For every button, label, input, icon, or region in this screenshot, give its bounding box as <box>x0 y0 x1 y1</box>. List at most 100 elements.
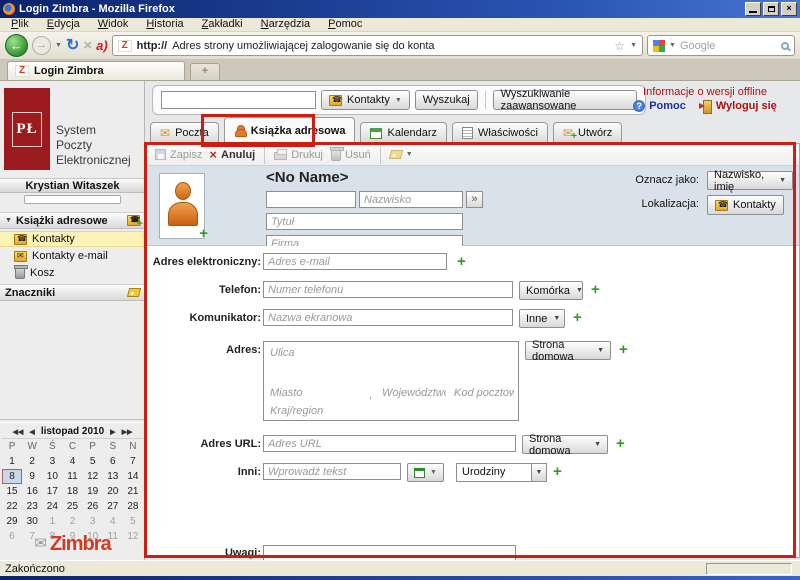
job-title-field[interactable] <box>266 213 463 230</box>
url-type-dropdown[interactable]: Strona domowa <box>522 433 608 457</box>
calendar-day[interactable]: 10 <box>42 469 62 484</box>
calendar-day[interactable]: 20 <box>103 484 123 499</box>
add-address-icon[interactable] <box>619 343 628 357</box>
offline-info-link[interactable]: Informacje o wersji offline <box>614 86 796 98</box>
browser-search-box[interactable]: ▼ Google <box>647 35 795 56</box>
close-button[interactable]: × <box>781 2 797 16</box>
calendar-day[interactable]: 14 <box>123 469 143 484</box>
avatar[interactable] <box>159 173 205 239</box>
calendar-day[interactable]: 3 <box>42 454 62 469</box>
phone-type-dropdown[interactable]: Komórka <box>519 281 583 300</box>
addon-icon[interactable]: a) <box>96 38 108 53</box>
calendar-day[interactable]: 2 <box>62 514 82 529</box>
new-tab-button[interactable]: + <box>190 63 220 80</box>
calendar-day[interactable]: 25 <box>62 499 82 514</box>
tab-poczta[interactable]: ✉ Poczta <box>150 122 219 143</box>
minimize-button[interactable] <box>745 2 761 16</box>
calendar-day[interactable]: 8 <box>2 469 23 484</box>
url-field[interactable] <box>263 435 516 452</box>
other-type-combo[interactable]: Urodziny ▼ <box>456 463 547 482</box>
browser-tab[interactable]: Login Zimbra <box>7 61 185 80</box>
im-type-dropdown[interactable]: Inne <box>519 309 565 328</box>
calendar-day[interactable]: 7 <box>123 454 143 469</box>
calendar-day[interactable]: 17 <box>42 484 62 499</box>
add-email-icon[interactable] <box>457 255 466 269</box>
date-picker-button[interactable]: ▼ <box>407 463 444 482</box>
new-addressbook-icon[interactable] <box>127 215 143 230</box>
street-field[interactable] <box>268 346 448 360</box>
calendar-day[interactable]: 11 <box>62 469 82 484</box>
forward-button[interactable]: → <box>32 36 51 55</box>
new-tag-icon[interactable] <box>126 288 142 297</box>
add-im-icon[interactable] <box>573 311 582 325</box>
calendar-day[interactable]: 6 <box>103 454 123 469</box>
calendar-day[interactable]: 13 <box>103 469 123 484</box>
calendar-day[interactable]: 1 <box>42 514 62 529</box>
calendar-day[interactable]: 28 <box>123 499 143 514</box>
tags-section-header[interactable]: Znaczniki <box>0 284 145 301</box>
add-other-icon[interactable] <box>553 465 562 479</box>
zip-field[interactable] <box>452 386 516 400</box>
calendar-day[interactable]: 5 <box>123 514 143 529</box>
phone-field[interactable] <box>263 281 513 298</box>
zimbra-search-input[interactable] <box>161 91 317 109</box>
add-phone-icon[interactable] <box>591 283 600 297</box>
menu-item[interactable]: Plik <box>2 18 38 31</box>
calendar-day[interactable]: 27 <box>103 499 123 514</box>
menu-item[interactable]: Historia <box>137 18 192 31</box>
address-type-dropdown[interactable]: Strona domowa <box>525 339 611 363</box>
location-button[interactable]: Kontakty <box>707 195 784 215</box>
email-field[interactable] <box>263 253 447 270</box>
calendar-day[interactable]: 18 <box>62 484 82 499</box>
country-field[interactable] <box>268 404 388 418</box>
addressbooks-section-header[interactable]: ▼ Książki adresowe <box>0 212 145 230</box>
delete-button[interactable]: Usuń <box>330 146 371 161</box>
menu-item[interactable]: Narzędzia <box>252 18 320 31</box>
calendar-day[interactable]: 24 <box>42 499 62 514</box>
calendar-day[interactable]: 29 <box>2 514 22 529</box>
sidebar-sash[interactable] <box>0 419 145 423</box>
calendar-day[interactable]: 1 <box>2 454 22 469</box>
calendar-day[interactable]: 4 <box>103 514 123 529</box>
sidebar-item-kontakty[interactable]: Kontakty <box>0 231 145 247</box>
calendar-prev-year-icon[interactable]: ◀◀ <box>13 428 24 436</box>
calendar-day[interactable]: 21 <box>123 484 143 499</box>
sidebar-item-kosz[interactable]: Kosz <box>0 265 145 281</box>
cancel-button[interactable]: × Anuluj <box>209 148 255 161</box>
collapse-arrow-icon[interactable]: ▼ <box>5 217 12 224</box>
calendar-next-month-icon[interactable]: ▶ <box>110 428 115 436</box>
last-name-field[interactable] <box>359 191 463 208</box>
zimbra-logo[interactable]: ✉ Zimbra <box>0 533 145 556</box>
calendar-day[interactable]: 30 <box>22 514 42 529</box>
calendar-day[interactable]: 22 <box>2 499 22 514</box>
tab-ksiazka-adresowa[interactable]: Książka adresowa <box>223 117 356 143</box>
search-button[interactable]: Wyszukaj <box>414 90 478 110</box>
url-dropdown-icon[interactable]: ▼ <box>630 42 637 49</box>
other-field[interactable] <box>263 463 401 480</box>
calendar-day[interactable]: 9 <box>22 469 42 484</box>
back-button[interactable]: ← <box>5 34 28 57</box>
menu-item[interactable]: Pomoc <box>319 18 371 31</box>
address-bar[interactable]: http:// Adres strony umożliwiającej zalo… <box>111 35 643 56</box>
calendar-day[interactable]: 4 <box>62 454 82 469</box>
file-as-dropdown[interactable]: Nazwisko, imię <box>707 169 793 193</box>
search-icon[interactable] <box>781 41 789 50</box>
help-link[interactable]: Pomoc <box>633 100 686 112</box>
menu-item[interactable]: Widok <box>89 18 138 31</box>
expand-names-button[interactable]: » <box>466 191 483 208</box>
calendar-day[interactable]: 5 <box>83 454 103 469</box>
bookmark-star-icon[interactable] <box>614 39 625 53</box>
tab-utworz[interactable]: ✉ Utwórz <box>552 122 623 143</box>
stop-button[interactable]: × <box>83 37 92 54</box>
add-url-icon[interactable] <box>616 437 625 451</box>
calendar-day[interactable]: 15 <box>2 484 22 499</box>
restore-button[interactable] <box>763 2 779 16</box>
menu-item[interactable]: Edycja <box>38 18 89 31</box>
calendar-prev-month-icon[interactable]: ◀ <box>29 428 34 436</box>
tag-button[interactable]: ▼ <box>388 150 413 159</box>
search-engine-dropdown-icon[interactable]: ▼ <box>669 42 676 49</box>
calendar-day[interactable]: 19 <box>83 484 103 499</box>
history-dropdown-icon[interactable]: ▼ <box>55 42 62 49</box>
im-field[interactable] <box>263 309 513 326</box>
state-field[interactable] <box>380 386 448 400</box>
